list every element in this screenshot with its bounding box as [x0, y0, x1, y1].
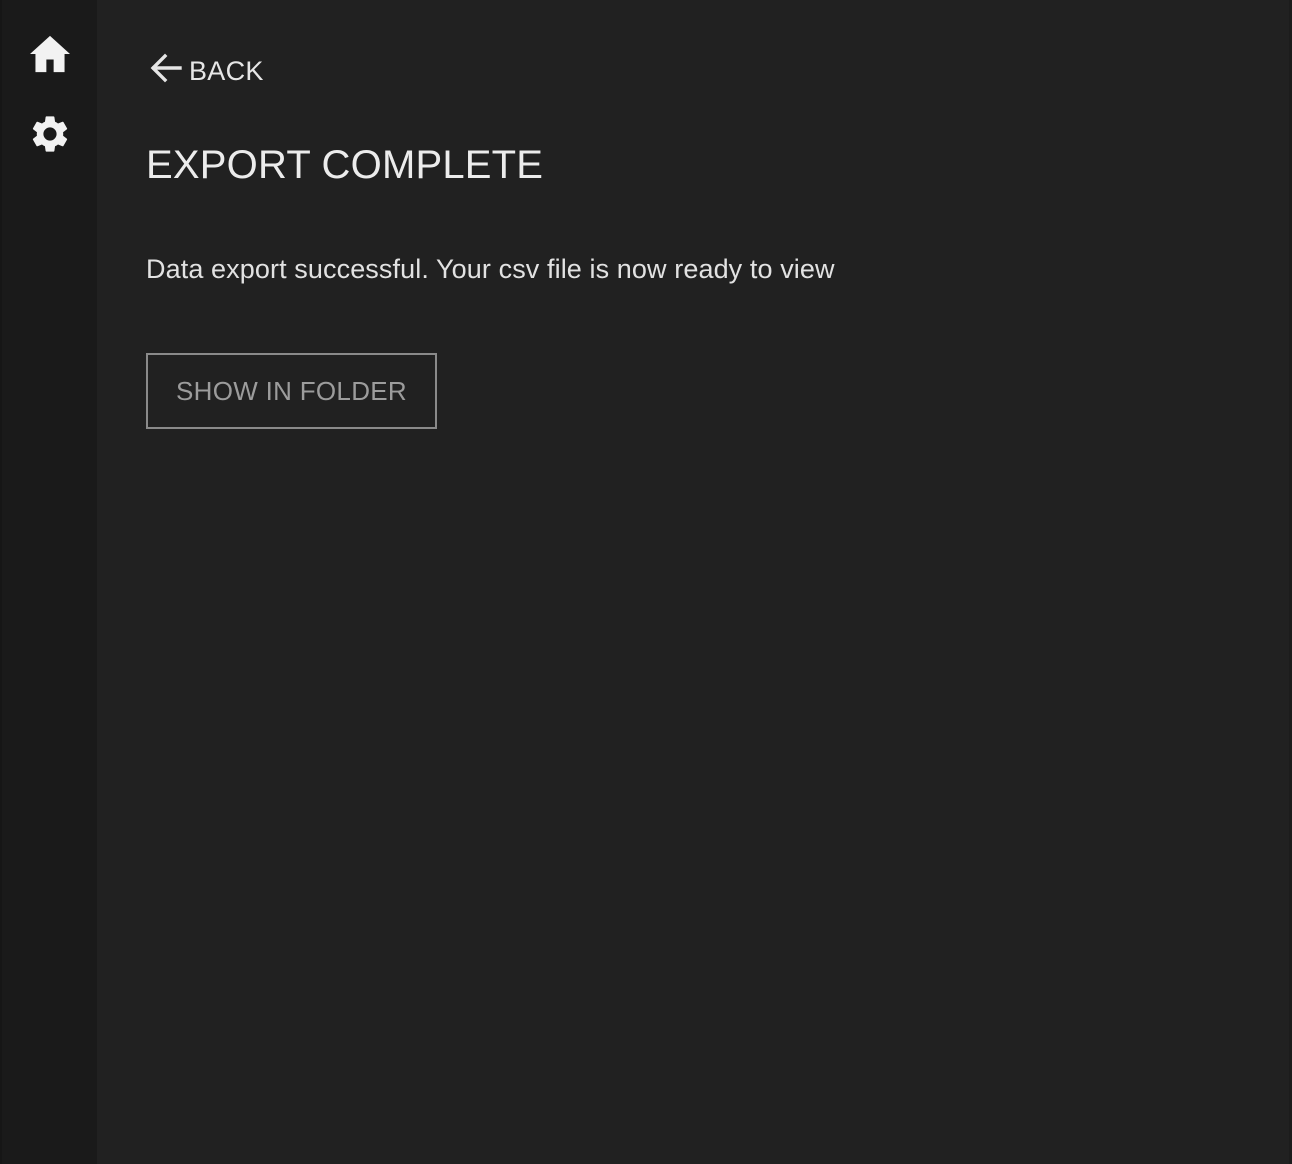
- gear-icon: [28, 112, 72, 156]
- sidebar: [0, 0, 97, 1164]
- export-complete-window: BACK EXPORT COMPLETE Data export success…: [0, 0, 1292, 1164]
- arrow-left-icon: [149, 53, 189, 90]
- back-button[interactable]: BACK: [149, 52, 264, 90]
- show-in-folder-button[interactable]: SHOW IN FOLDER: [146, 353, 437, 429]
- sidebar-item-settings[interactable]: [24, 108, 76, 160]
- home-icon: [28, 34, 72, 74]
- main-content: BACK EXPORT COMPLETE Data export success…: [97, 0, 1292, 1164]
- page-title: EXPORT COMPLETE: [146, 143, 544, 187]
- back-label: BACK: [189, 55, 264, 86]
- sidebar-item-home[interactable]: [24, 28, 76, 80]
- export-success-message: Data export successful. Your csv file is…: [146, 254, 835, 284]
